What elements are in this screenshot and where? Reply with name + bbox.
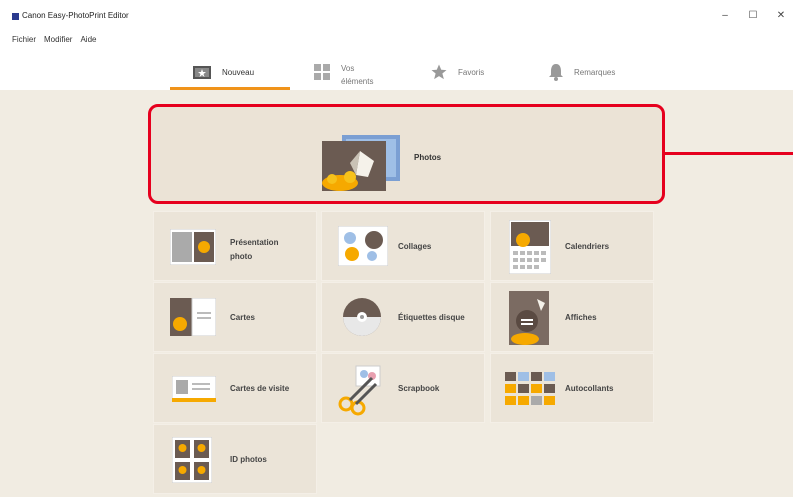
menu-fichier[interactable]: Fichier xyxy=(12,35,36,47)
close-button[interactable]: ✕ xyxy=(774,10,788,21)
category-label: Cartes xyxy=(230,313,255,322)
tab-vos-elements[interactable]: Vos éléments xyxy=(313,56,373,88)
photos-icon xyxy=(322,135,400,191)
category-affiches[interactable]: Affiches xyxy=(490,282,654,352)
menu-bar: Fichier Modifier Aide xyxy=(0,35,96,47)
category-label: Calendriers xyxy=(565,242,610,251)
tab-label: Vos éléments xyxy=(341,64,374,86)
category-label: Affiches xyxy=(565,313,597,322)
bell-icon xyxy=(549,64,563,81)
category-label: Cartes de visite xyxy=(230,384,290,393)
category-label: ID photos xyxy=(230,455,267,464)
category-calendriers[interactable]: Calendriers xyxy=(490,211,654,281)
category-label: Étiquettes disque xyxy=(398,313,465,322)
calendar-icon xyxy=(509,220,551,274)
minimize-button[interactable]: – xyxy=(718,10,732,21)
id-photo-icon xyxy=(172,437,212,483)
tab-label: Remarques xyxy=(574,67,616,77)
tab-nouveau[interactable]: Nouveau xyxy=(192,56,254,88)
tab-label: Favoris xyxy=(458,67,485,77)
maximize-button[interactable]: ☐ xyxy=(746,10,760,21)
category-autocollants[interactable]: Autocollants xyxy=(490,353,654,423)
photos-card[interactable] xyxy=(148,104,665,204)
category-label: Autocollants xyxy=(565,384,614,393)
category-cartes-de-visite[interactable]: Cartes de visite xyxy=(153,353,317,423)
card-icon xyxy=(170,298,216,336)
poster-icon xyxy=(509,291,549,345)
category-label: Collages xyxy=(398,242,432,251)
menu-modifier[interactable]: Modifier xyxy=(44,35,72,47)
callout-line xyxy=(665,152,793,155)
tab-bar: Nouveau Vos éléments Favoris Remarques xyxy=(0,48,793,91)
category-collages[interactable]: Collages xyxy=(321,211,485,281)
category-id-photos[interactable]: ID photos xyxy=(153,424,317,494)
category-presentation-photo[interactable]: Présentation photo xyxy=(153,211,317,281)
title-bar: Canon Easy-PhotoPrint Editor – ☐ ✕ xyxy=(0,0,793,34)
category-etiquettes-disque[interactable]: Étiquettes disque xyxy=(321,282,485,352)
window-title: Canon Easy-PhotoPrint Editor xyxy=(22,11,129,20)
photos-label: Photos xyxy=(414,153,442,162)
tab-favoris[interactable]: Favoris xyxy=(430,56,484,88)
category-scrapbook[interactable]: Scrapbook xyxy=(321,353,485,423)
star-icon xyxy=(431,64,447,80)
app-logo-icon xyxy=(12,13,19,20)
menu-aide[interactable]: Aide xyxy=(80,35,96,47)
new-icon xyxy=(193,66,211,79)
tab-remarques[interactable]: Remarques xyxy=(548,56,615,88)
tab-label: Nouveau xyxy=(222,67,255,77)
category-label: Présentation photo xyxy=(230,238,279,261)
disc-label-icon xyxy=(343,298,381,336)
category-cartes[interactable]: Cartes xyxy=(153,282,317,352)
sticker-icon xyxy=(505,372,555,405)
business-card-icon xyxy=(172,376,216,402)
scrapbook-icon xyxy=(338,365,381,416)
photo-layout-icon xyxy=(170,229,216,265)
collage-icon xyxy=(338,226,388,266)
category-label: Scrapbook xyxy=(398,384,440,393)
grid-icon xyxy=(314,64,330,80)
